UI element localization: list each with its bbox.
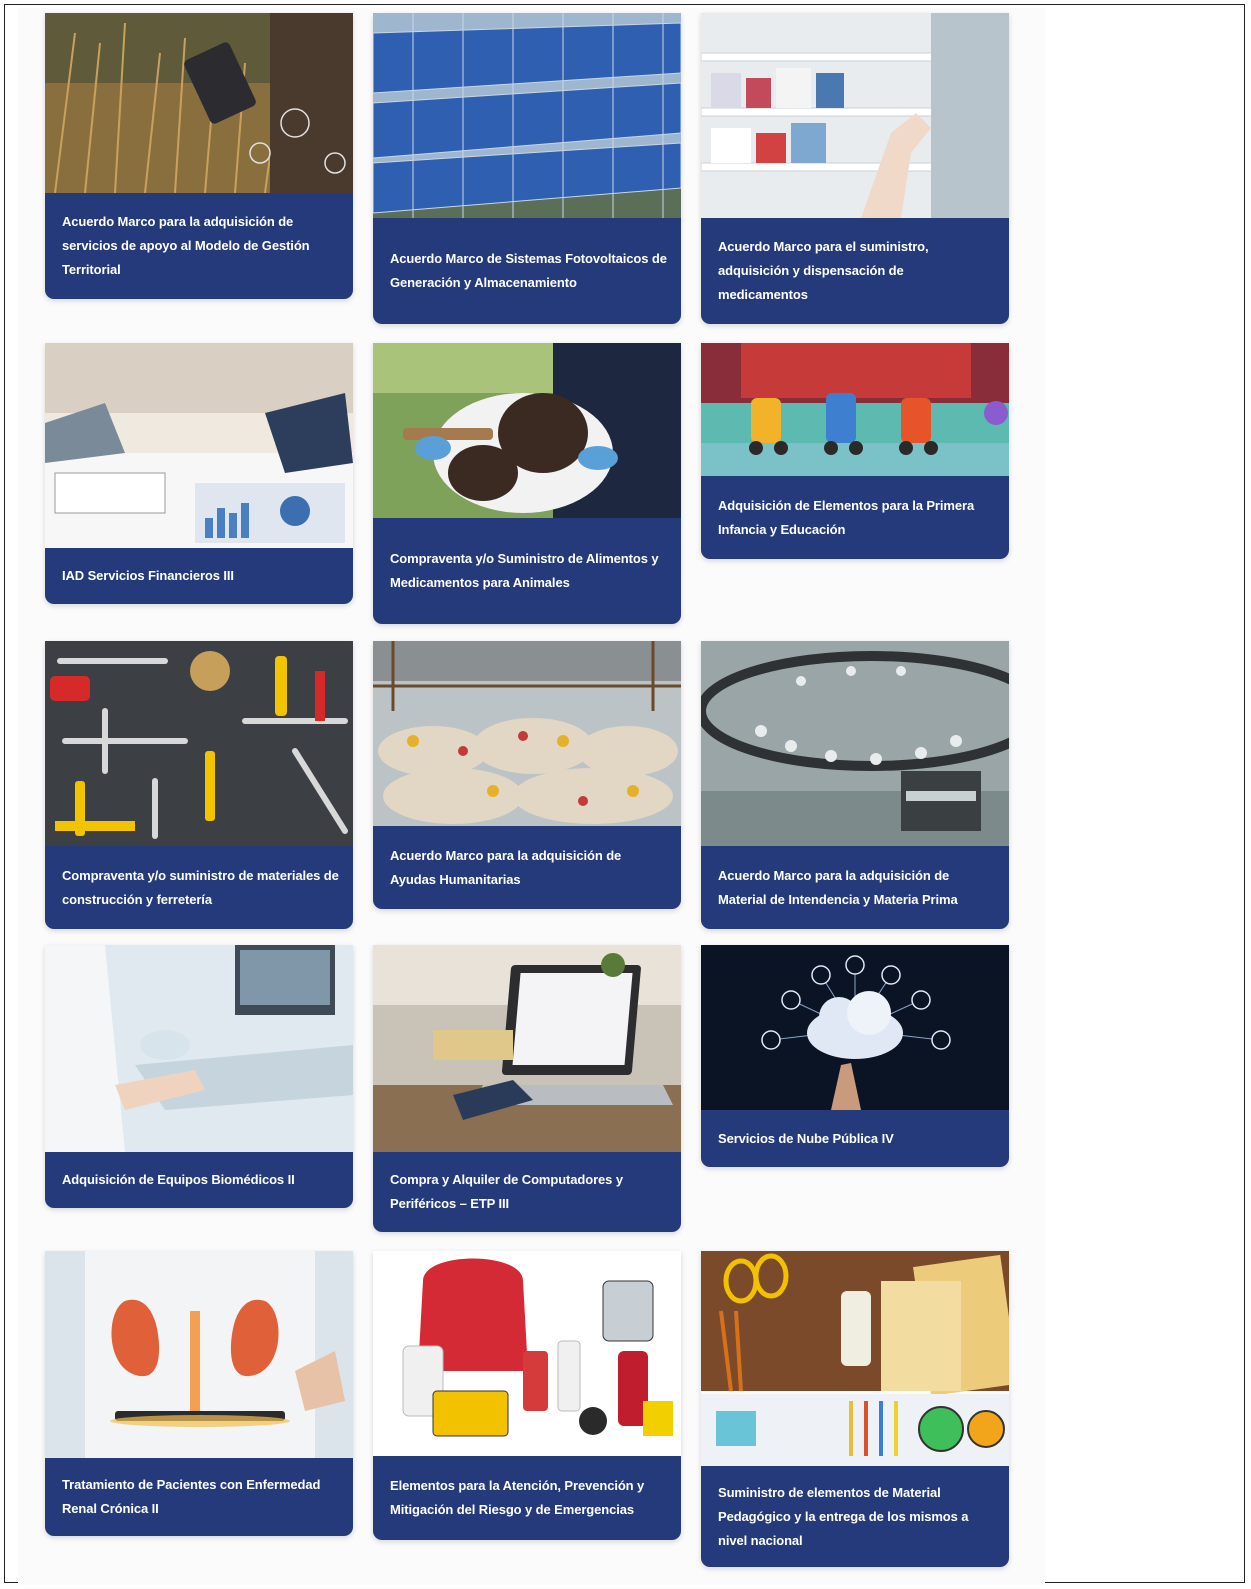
card-title: Acuerdo Marco para la adquisición de Ayu… xyxy=(373,826,681,909)
card-title: IAD Servicios Financieros III xyxy=(45,548,353,604)
catalog-card[interactable]: Servicios de Nube Pública IV xyxy=(701,945,1009,1167)
card-image-pharmacy-shelves xyxy=(701,13,1009,218)
card-title: Acuerdo Marco para la adquisición de Mat… xyxy=(701,846,1009,929)
card-image-calf-veterinarian xyxy=(373,343,681,518)
card-title: Compra y Alquiler de Computadores y Peri… xyxy=(373,1152,681,1232)
catalog-card[interactable]: Acuerdo Marco para la adquisición de ser… xyxy=(45,13,353,299)
card-title: Elementos para la Atención, Prevención y… xyxy=(373,1456,681,1540)
card-image-financial-documents xyxy=(45,343,353,548)
card-image-emergency-kit xyxy=(373,1251,681,1456)
card-title: Tratamiento de Pacientes con Enfermedad … xyxy=(45,1458,353,1536)
card-image-laptop-desk xyxy=(373,945,681,1152)
card-image-toy-numbers-train xyxy=(701,343,1009,476)
card-title: Suministro de elementos de Material Peda… xyxy=(701,1466,1009,1567)
card-image-school-supplies xyxy=(701,1251,1009,1466)
card-title: Acuerdo Marco para la adquisición de ser… xyxy=(45,193,353,299)
catalog-card[interactable]: Compra y Alquiler de Computadores y Peri… xyxy=(373,945,681,1232)
card-title: Acuerdo Marco para el suministro, adquis… xyxy=(701,218,1009,324)
card-title: Acuerdo Marco de Sistemas Fotovoltaicos … xyxy=(373,218,681,324)
catalog-card[interactable]: Adquisición de Elementos para la Primera… xyxy=(701,343,1009,559)
card-image-humanitarian-aid-bags xyxy=(373,641,681,826)
card-image-solar-panels xyxy=(373,13,681,218)
card-image-wheat-field-tablet xyxy=(45,13,353,193)
card-title: Adquisición de Elementos para la Primera… xyxy=(701,476,1009,559)
catalog-card[interactable]: Compraventa y/o Suministro de Alimentos … xyxy=(373,343,681,624)
card-image-ultrasound-equipment xyxy=(45,945,353,1152)
card-title: Compraventa y/o suministro de materiales… xyxy=(45,846,353,929)
card-image-kidneys-doctor xyxy=(45,1251,353,1458)
catalog-card[interactable]: Acuerdo Marco de Sistemas Fotovoltaicos … xyxy=(373,13,681,324)
card-image-hardware-tools xyxy=(45,641,353,846)
catalog-card[interactable]: Adquisición de Equipos Biomédicos II xyxy=(45,945,353,1208)
card-image-cloud-network xyxy=(701,945,1009,1110)
catalog-card[interactable]: Suministro de elementos de Material Peda… xyxy=(701,1251,1009,1567)
card-title: Compraventa y/o Suministro de Alimentos … xyxy=(373,518,681,624)
card-title: Servicios de Nube Pública IV xyxy=(701,1110,1009,1167)
catalog-card[interactable]: Acuerdo Marco para el suministro, adquis… xyxy=(701,13,1009,324)
catalog-card[interactable]: Compraventa y/o suministro de materiales… xyxy=(45,641,353,929)
catalog-card[interactable]: Acuerdo Marco para la adquisición de Mat… xyxy=(701,641,1009,929)
card-image-textile-machine xyxy=(701,641,1009,846)
top-border-line xyxy=(1046,4,1245,5)
catalog-card[interactable]: Tratamiento de Pacientes con Enfermedad … xyxy=(45,1251,353,1536)
card-title: Adquisición de Equipos Biomédicos II xyxy=(45,1152,353,1208)
catalog-card[interactable]: Elementos para la Atención, Prevención y… xyxy=(373,1251,681,1540)
catalog-card[interactable]: Acuerdo Marco para la adquisición de Ayu… xyxy=(373,641,681,909)
catalog-card[interactable]: IAD Servicios Financieros III xyxy=(45,343,353,604)
